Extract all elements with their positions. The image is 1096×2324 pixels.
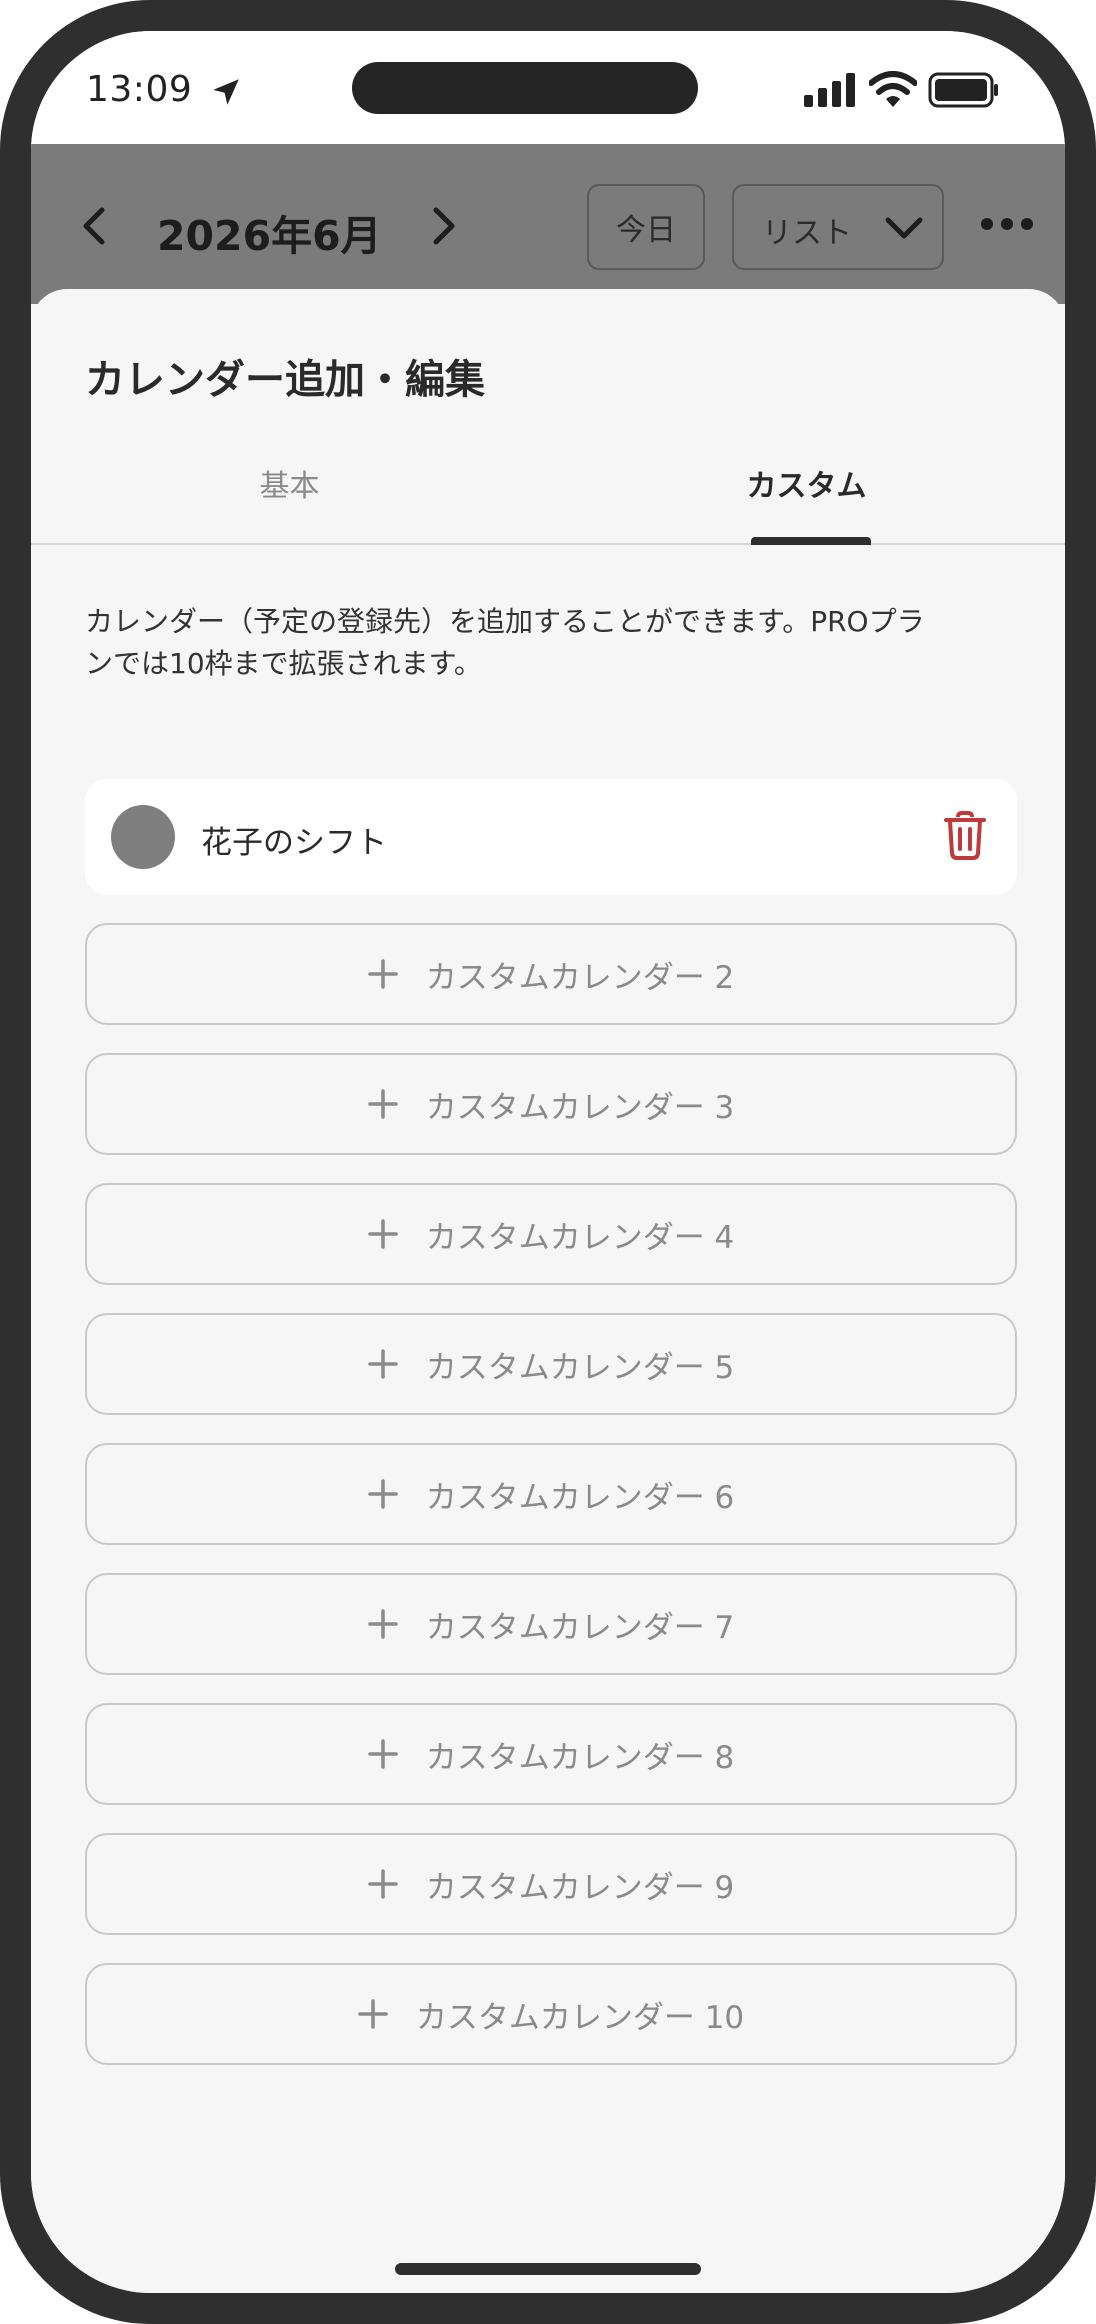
add-calendar-button[interactable]: カスタムカレンダー 10 bbox=[85, 1963, 1017, 2065]
add-calendar-label: カスタムカレンダー 8 bbox=[425, 1739, 735, 1776]
wifi-icon bbox=[869, 71, 917, 107]
add-calendar-label: カスタムカレンダー 6 bbox=[425, 1479, 735, 1516]
active-tab-indicator bbox=[751, 537, 871, 545]
add-calendar-label: カスタムカレンダー 10 bbox=[415, 1999, 745, 2036]
chevron-down-icon bbox=[885, 217, 923, 239]
add-calendar-button[interactable]: カスタムカレンダー 7 bbox=[85, 1573, 1017, 1675]
home-indicator[interactable] bbox=[395, 2263, 701, 2275]
screen: 13:09 2026年6月 今日 リスト カレンダー追加・編集 基本 カスタム … bbox=[31, 31, 1065, 2293]
tab-bar: 基本 カスタム bbox=[31, 439, 1065, 545]
add-calendar-button[interactable]: カスタムカレンダー 9 bbox=[85, 1833, 1017, 1935]
calendar-header: 2026年6月 今日 リスト bbox=[31, 144, 1065, 304]
chevron-right-icon[interactable] bbox=[426, 204, 462, 248]
calendar-name: 花子のシフト bbox=[201, 825, 387, 861]
add-calendar-label: カスタムカレンダー 4 bbox=[425, 1219, 735, 1256]
battery-icon bbox=[928, 72, 998, 108]
month-title: 2026年6月 bbox=[157, 212, 382, 260]
plus-icon bbox=[367, 1089, 398, 1119]
dynamic-island bbox=[352, 62, 698, 114]
phone-frame: 13:09 2026年6月 今日 リスト カレンダー追加・編集 基本 カスタム … bbox=[0, 0, 1096, 2324]
add-calendar-button[interactable]: カスタムカレンダー 3 bbox=[85, 1053, 1017, 1155]
add-calendar-label: カスタムカレンダー 5 bbox=[425, 1349, 735, 1386]
sheet-title: カレンダー追加・編集 bbox=[85, 357, 485, 403]
add-calendar-button[interactable]: カスタムカレンダー 4 bbox=[85, 1183, 1017, 1285]
add-calendar-button[interactable]: カスタムカレンダー 2 bbox=[85, 923, 1017, 1025]
plus-icon bbox=[367, 1869, 398, 1899]
trash-icon[interactable] bbox=[943, 811, 987, 861]
plus-icon bbox=[367, 959, 398, 989]
description-line-2: ンでは10枠まで拡張されます。 bbox=[85, 647, 482, 680]
calendar-color-dot[interactable] bbox=[111, 805, 175, 869]
more-dots-icon[interactable] bbox=[979, 214, 1035, 234]
add-calendar-label: カスタムカレンダー 3 bbox=[425, 1089, 735, 1126]
status-bar: 13:09 bbox=[31, 31, 1065, 144]
plus-icon bbox=[367, 1349, 398, 1379]
add-calendar-label: カスタムカレンダー 2 bbox=[425, 959, 735, 996]
calendar-edit-sheet: カレンダー追加・編集 基本 カスタム カレンダー（予定の登録先）を追加することが… bbox=[31, 289, 1065, 2293]
add-calendar-button[interactable]: カスタムカレンダー 8 bbox=[85, 1703, 1017, 1805]
custom-calendar-item[interactable]: 花子のシフト bbox=[85, 779, 1017, 895]
description-text: カレンダー（予定の登録先）を追加することができます。PROプラ ンでは10枠まで… bbox=[85, 601, 1025, 685]
cellular-signal-icon bbox=[804, 73, 855, 107]
add-calendar-button[interactable]: カスタムカレンダー 6 bbox=[85, 1443, 1017, 1545]
plus-icon bbox=[358, 1999, 388, 2029]
view-mode-select[interactable]: リスト bbox=[732, 184, 944, 270]
tab-custom[interactable]: カスタム bbox=[548, 439, 1065, 543]
add-calendar-label: カスタムカレンダー 7 bbox=[425, 1609, 735, 1646]
description-line-1: カレンダー（予定の登録先）を追加することができます。PROプラ bbox=[85, 605, 925, 638]
plus-icon bbox=[367, 1219, 398, 1249]
plus-icon bbox=[367, 1609, 398, 1639]
plus-icon bbox=[367, 1739, 398, 1769]
add-calendar-button[interactable]: カスタムカレンダー 5 bbox=[85, 1313, 1017, 1415]
tab-basic[interactable]: 基本 bbox=[31, 439, 548, 543]
view-mode-label: リスト bbox=[762, 216, 852, 251]
plus-icon bbox=[367, 1479, 398, 1509]
chevron-left-icon[interactable] bbox=[76, 204, 112, 248]
location-arrow-icon bbox=[213, 79, 239, 105]
add-calendar-label: カスタムカレンダー 9 bbox=[425, 1869, 735, 1906]
status-time: 13:09 bbox=[86, 69, 193, 110]
today-button[interactable]: 今日 bbox=[587, 184, 705, 270]
